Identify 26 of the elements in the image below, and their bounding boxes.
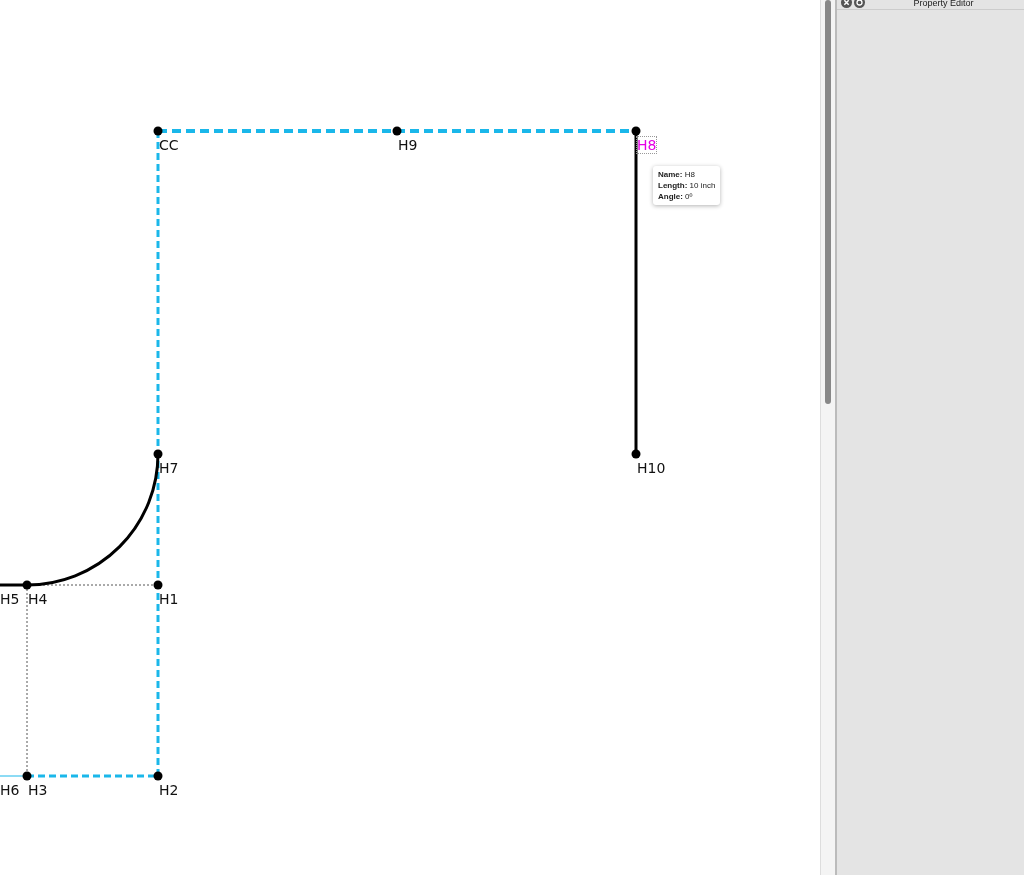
point-label: H9 (398, 137, 418, 153)
point-label: H1 (159, 591, 179, 607)
point-marker[interactable] (22, 580, 32, 590)
point-label: H5 (0, 591, 20, 607)
point-label: H7 (159, 460, 179, 476)
point-label: H4 (28, 591, 48, 607)
point-label: H3 (28, 782, 48, 798)
point-marker[interactable] (153, 580, 163, 590)
point-marker[interactable] (631, 126, 641, 136)
point-marker[interactable] (22, 771, 32, 781)
point-label: H2 (159, 782, 179, 798)
point-marker[interactable] (153, 771, 163, 781)
point-marker[interactable] (153, 126, 163, 136)
point-marker[interactable] (153, 449, 163, 459)
tooltip-text: Length: 10 inch (658, 180, 716, 191)
tooltip-text: Name: H8 (658, 169, 696, 180)
close-icon[interactable] (841, 0, 852, 8)
point-marker[interactable] (631, 449, 641, 459)
settings-icon[interactable] (854, 0, 865, 8)
tooltip-text: Angle: 0º (658, 191, 694, 202)
point-label: H8 (637, 137, 657, 153)
point-label: H10 (637, 460, 666, 476)
point-label: CC (159, 137, 179, 153)
point-marker[interactable] (392, 126, 402, 136)
point-label: H6 (0, 782, 20, 798)
scrollbar-thumb[interactable] (825, 0, 831, 404)
